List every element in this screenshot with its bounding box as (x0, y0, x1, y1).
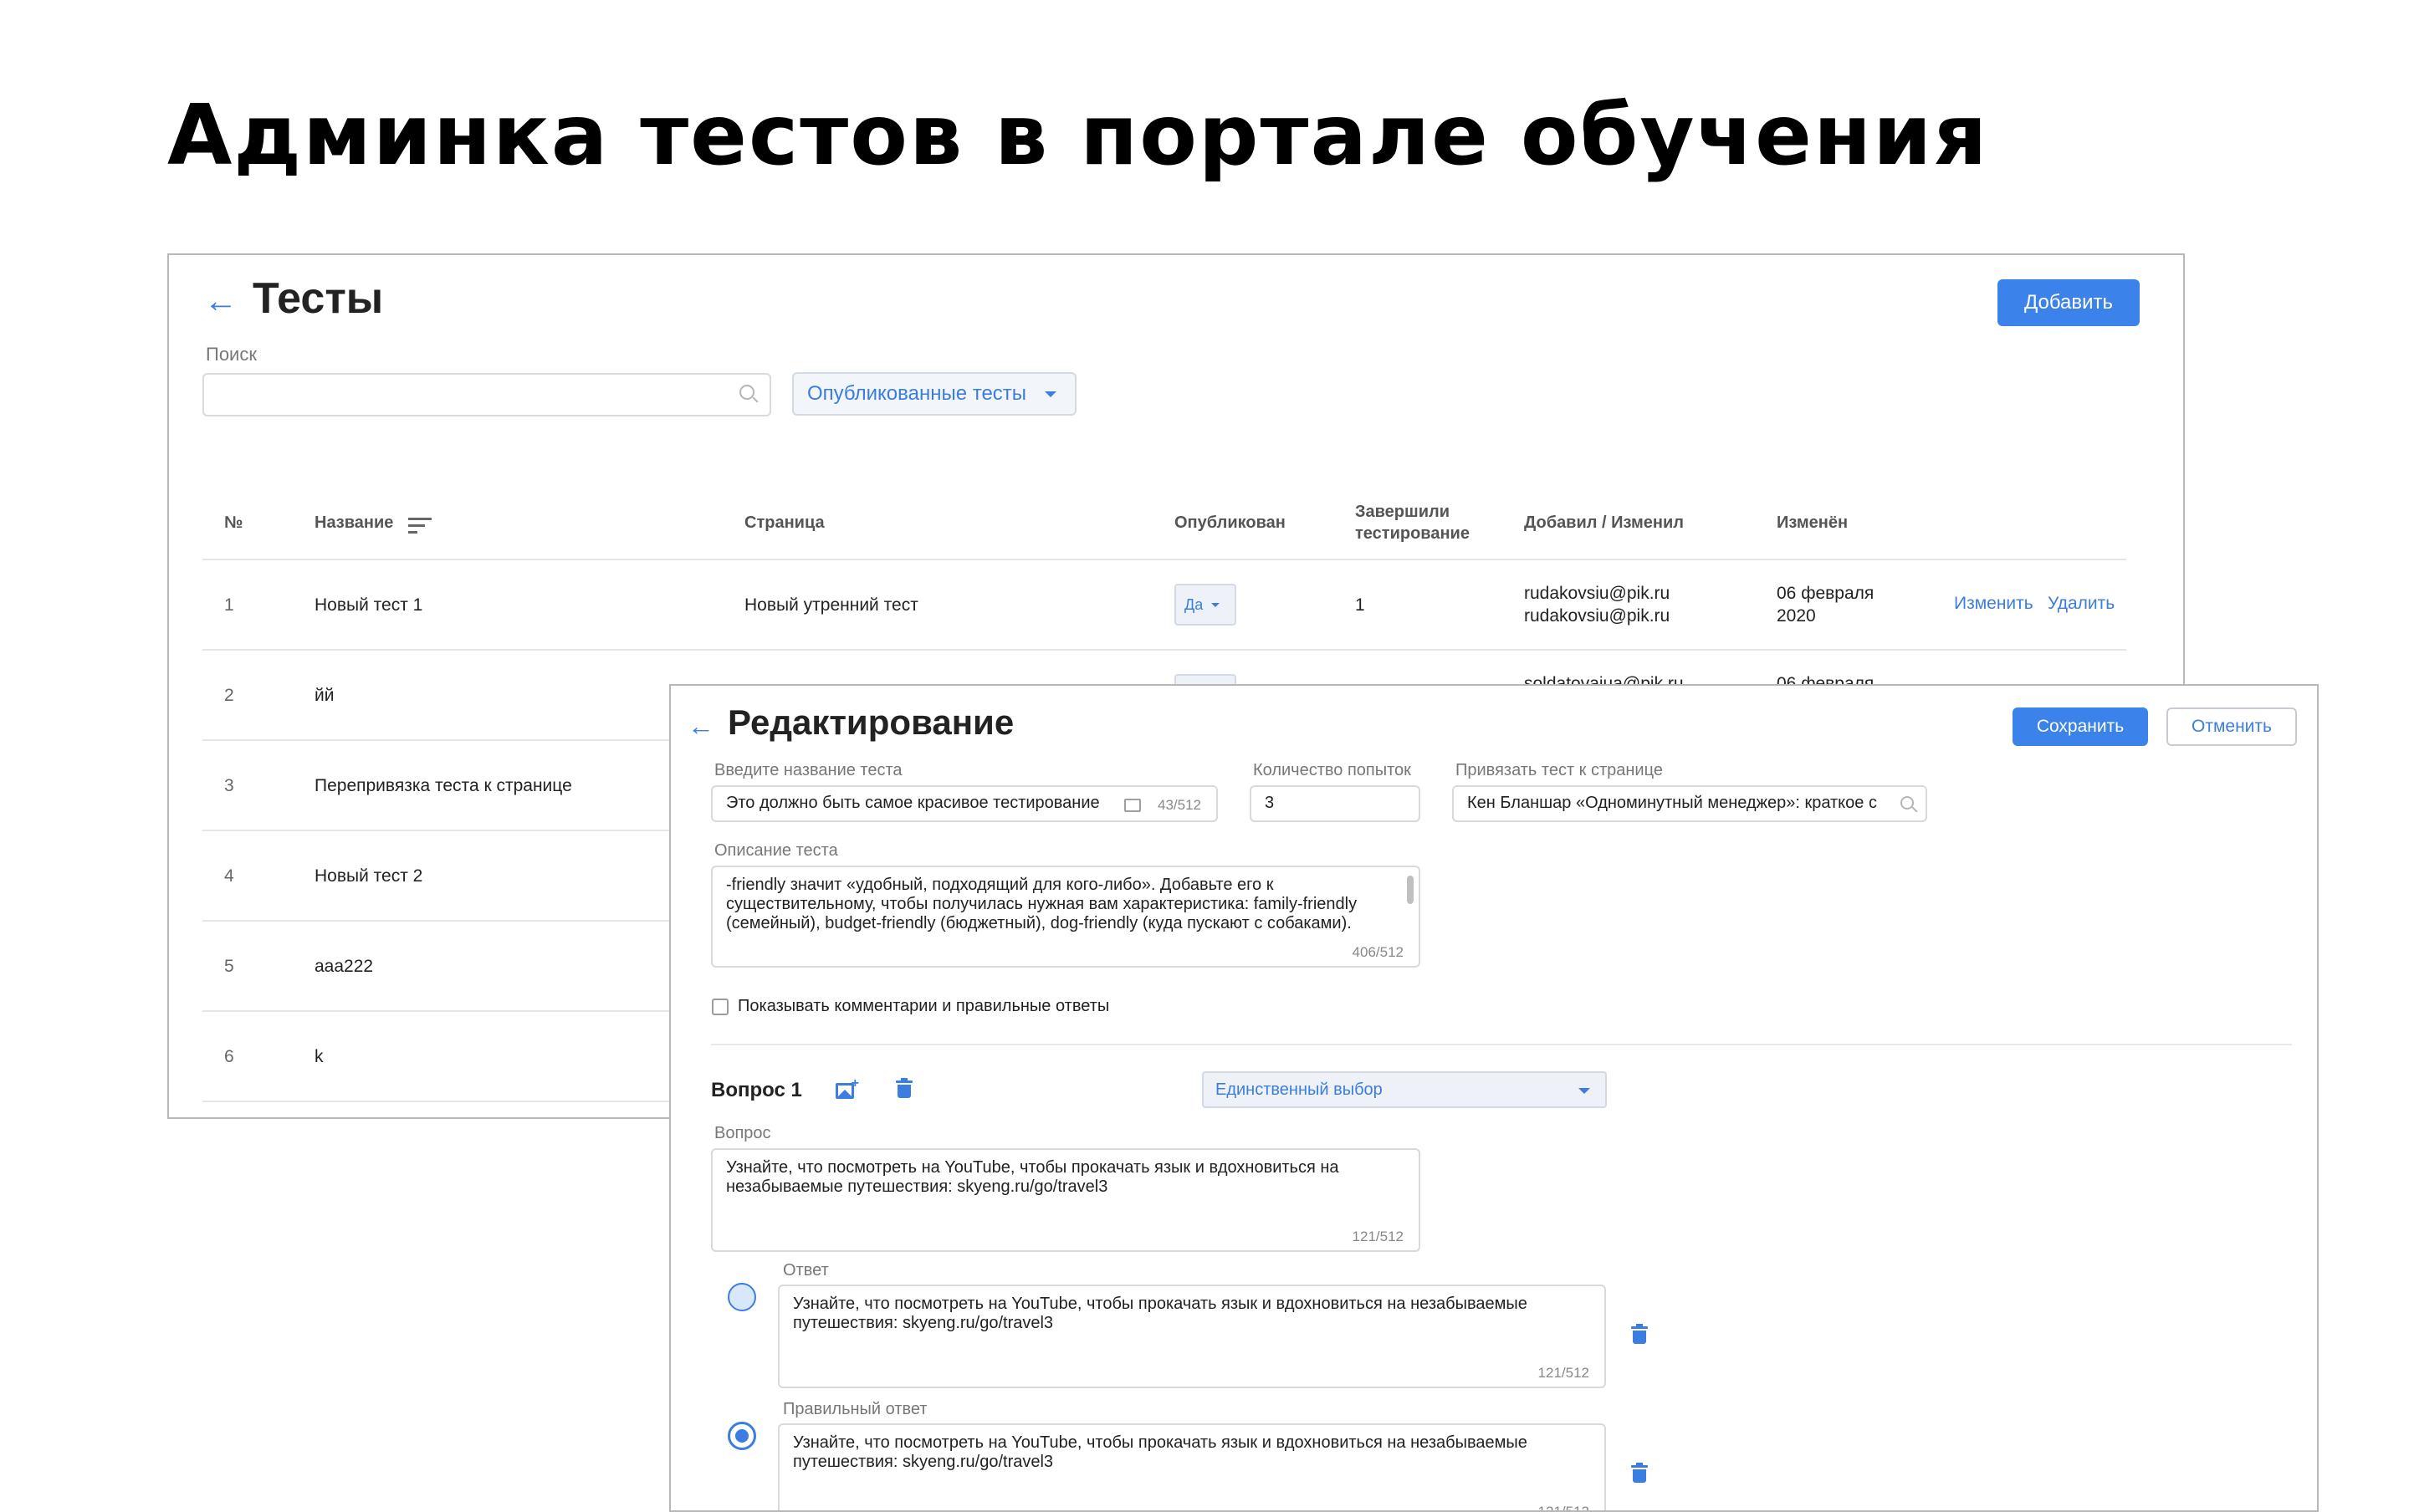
attempts-input[interactable]: 3 (1250, 785, 1420, 822)
column-header-number: № (224, 513, 243, 532)
search-input[interactable] (202, 373, 771, 416)
row-number: 1 (224, 595, 234, 615)
back-arrow-icon[interactable]: ← (688, 713, 714, 739)
answer-radio[interactable] (728, 1283, 756, 1311)
search-icon (1900, 796, 1914, 810)
author-changed: rudakovsiu@pik.ru (1524, 606, 1670, 626)
edit-test-window: ← Редактирование Сохранить Отменить Введ… (669, 684, 2319, 1512)
add-image-icon[interactable]: + (836, 1077, 859, 1099)
test-page: Новый утренний тест (744, 595, 918, 615)
correct-answer-radio[interactable] (728, 1422, 756, 1450)
bind-page-input[interactable]: Кен Бланшар «Одноминутный менеджер»: кра… (1452, 785, 1927, 822)
test-name: йй (315, 686, 335, 705)
correct-answer-label: Правильный ответ (783, 1400, 928, 1418)
search-label: Поиск (206, 344, 257, 365)
question-textarea[interactable]: Узнайте, что посмотреть на YouTube, чтоб… (711, 1148, 1420, 1252)
published-select[interactable]: Да (1174, 584, 1236, 626)
changed-date: 06 февраля (1777, 584, 1875, 603)
show-answers-label: Показывать комментарии и правильные отве… (738, 997, 1110, 1015)
description-textarea[interactable]: -friendly значит «удобный, подходящий дл… (711, 866, 1420, 968)
text-format-icon[interactable] (1124, 799, 1141, 812)
section-divider (711, 1044, 2292, 1045)
answer-label: Ответ (783, 1261, 829, 1280)
test-name: Новый тест 2 (315, 866, 423, 886)
edit-title: Редактирование (728, 702, 1015, 742)
row-number: 4 (224, 866, 234, 886)
test-name: k (315, 1047, 324, 1066)
row-number: 6 (224, 1047, 234, 1066)
sort-icon[interactable] (408, 518, 432, 538)
save-button[interactable]: Сохранить (2013, 707, 2148, 746)
column-header-completed: Завершили тестирование (1355, 503, 1470, 543)
slide-title: Админка тестов в портале обучения (167, 86, 1989, 184)
changed-year: 2020 (1777, 606, 1816, 626)
table-row: 1 Новый тест 1 Новый утренний тест Да 1 … (202, 559, 2126, 651)
answer-textarea[interactable]: Узнайте, что посмотреть на YouTube, чтоб… (778, 1285, 1606, 1388)
column-header-published: Опубликован (1174, 513, 1286, 532)
completed-count: 1 (1355, 595, 1365, 615)
cancel-button[interactable]: Отменить (2166, 707, 2297, 746)
row-number: 3 (224, 776, 234, 795)
scrollbar[interactable] (1407, 876, 1414, 904)
delete-link[interactable]: Удалить (2048, 594, 2115, 614)
column-header-name[interactable]: Название (315, 512, 393, 534)
column-header-changed: Изменён (1777, 513, 1849, 532)
show-answers-checkbox[interactable] (712, 999, 729, 1015)
trash-icon[interactable] (1631, 1463, 1648, 1483)
bind-page-label: Привязать тест к странице (1455, 761, 1663, 779)
column-header-page: Страница (744, 513, 825, 532)
question-type-select[interactable]: Единственный выбор (1202, 1071, 1607, 1108)
row-number: 2 (224, 686, 234, 705)
author-added: rudakovsiu@pik.ru (1524, 584, 1670, 603)
page-title: Тесты (253, 274, 384, 323)
test-name: Перепривязка теста к странице (315, 776, 572, 795)
add-button[interactable]: Добавить (1997, 279, 2140, 326)
row-number: 5 (224, 957, 234, 976)
description-label: Описание теста (714, 841, 838, 860)
test-name-label: Введите название теста (714, 761, 903, 779)
chevron-down-icon (1578, 1088, 1590, 1094)
chevron-down-icon (1211, 602, 1220, 607)
question-label: Вопрос (714, 1124, 771, 1142)
test-name-input[interactable]: Это должно быть самое красивое тестирова… (711, 785, 1218, 822)
back-arrow-icon[interactable]: ← (204, 284, 238, 318)
search-icon (739, 385, 754, 400)
question-title: Вопрос 1 (711, 1079, 802, 1101)
attempts-label: Количество попыток (1253, 761, 1411, 779)
edit-link[interactable]: Изменить (1954, 594, 2033, 614)
correct-answer-textarea[interactable]: Узнайте, что посмотреть на YouTube, чтоб… (778, 1423, 1606, 1510)
test-name: aaa222 (315, 957, 374, 976)
published-filter-select[interactable]: Опубликованные тесты (792, 372, 1077, 416)
trash-icon[interactable] (896, 1078, 913, 1098)
test-name: Новый тест 1 (315, 595, 423, 615)
trash-icon[interactable] (1631, 1324, 1648, 1344)
chevron-down-icon (1045, 391, 1057, 397)
column-header-author: Добавил / Изменил (1524, 513, 1684, 532)
